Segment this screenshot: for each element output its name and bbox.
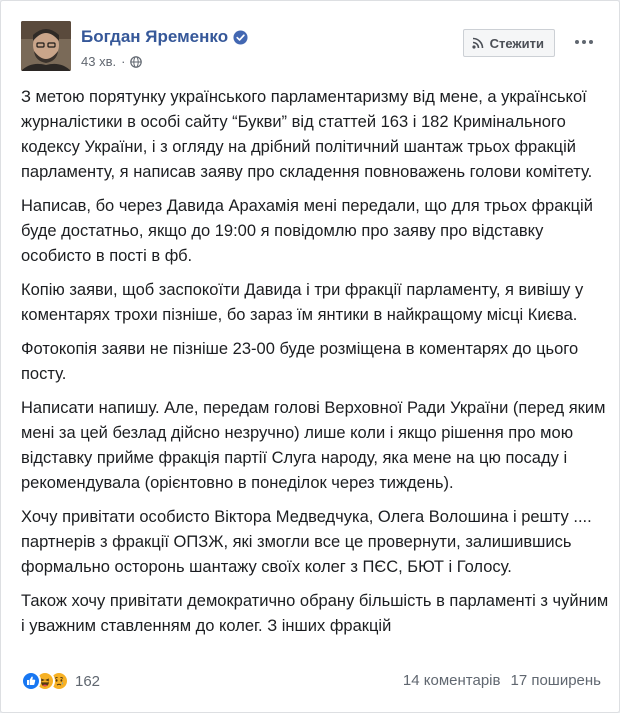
shares-count-link[interactable]: 17 поширень <box>510 672 601 689</box>
like-icon <box>21 671 41 691</box>
meta-separator: · <box>121 54 126 69</box>
post-paragraph: Написати напишу. Але, передам голові Вер… <box>21 399 606 492</box>
post-paragraph: З метою порятунку українського парламент… <box>21 88 593 181</box>
verified-badge-icon <box>233 29 248 45</box>
post-footer: 162 14 коментарів 17 поширень <box>21 671 601 693</box>
post-body: З метою порятунку українського парламент… <box>21 85 609 648</box>
engagement-counts: 14 коментарів 17 поширень <box>403 672 601 689</box>
post-paragraph: Хочу привітати особисто Віктора Медведчу… <box>21 508 592 576</box>
post-paragraph: Фотокопія заяви не пізніше 23-00 буде ро… <box>21 340 579 383</box>
author-name[interactable]: Богдан Яременко <box>81 27 228 47</box>
more-options-icon <box>575 40 593 44</box>
avatar[interactable] <box>21 21 71 71</box>
post-paragraph: Написав, бо через Давида Арахамія мені п… <box>21 197 593 265</box>
rss-icon <box>472 37 484 49</box>
more-options-button[interactable] <box>567 25 601 59</box>
comments-count-link[interactable]: 14 коментарів <box>403 672 501 689</box>
reactions-summary[interactable]: 162 <box>21 671 100 691</box>
post-meta: 43 хв. · <box>81 54 143 69</box>
follow-button-label: Стежити <box>489 35 544 51</box>
post-paragraph: Також хочу привітати демократично обрану… <box>21 592 609 635</box>
post-paragraph: Копію заяви, щоб заспокоїти Давида і три… <box>21 281 584 324</box>
post-card: Богдан Яременко 43 хв. · Стежити З метою… <box>0 0 620 713</box>
globe-icon[interactable] <box>130 55 143 68</box>
avatar-image <box>21 21 71 71</box>
reaction-count: 162 <box>75 672 101 690</box>
post-header: Богдан Яременко 43 хв. · Стежити <box>21 21 601 81</box>
author-row: Богдан Яременко <box>81 27 248 47</box>
follow-button[interactable]: Стежити <box>462 29 555 57</box>
post-timestamp[interactable]: 43 хв. <box>81 54 116 69</box>
